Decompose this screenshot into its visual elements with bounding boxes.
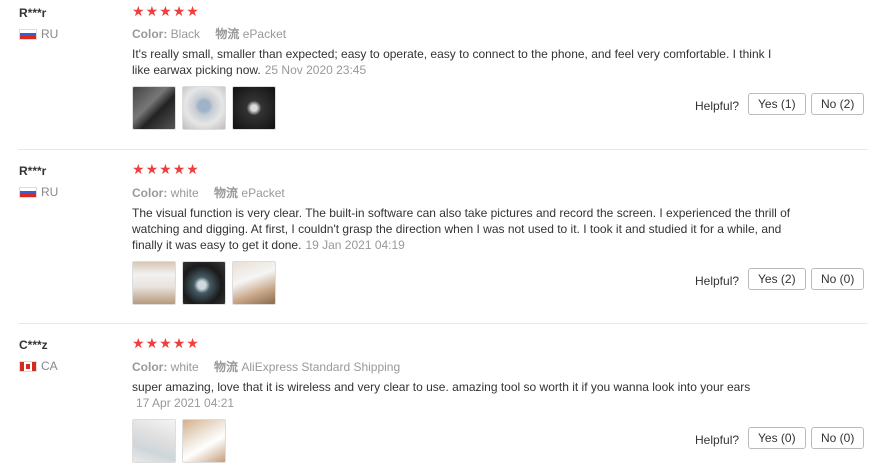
vote-no-button[interactable]: No (0): [811, 427, 865, 449]
star-rating: ★★★★★: [132, 335, 200, 352]
flag-ru-icon: [19, 28, 37, 40]
review-photo[interactable]: [182, 419, 226, 463]
review-date: 19 Jan 2021 04:19: [305, 238, 405, 252]
star-icon: ★: [132, 3, 146, 19]
review-photos: [132, 86, 276, 130]
review-attributes: Color: Black 物流 ePacket: [132, 25, 286, 42]
country-code: RU: [41, 27, 59, 41]
review-date: 17 Apr 2021 04:21: [136, 396, 235, 410]
star-icon: ★: [159, 3, 173, 19]
star-icon: ★: [186, 161, 200, 177]
star-icon: ★: [145, 335, 160, 351]
color-label: Color:: [132, 360, 168, 374]
review-photo[interactable]: [232, 86, 276, 130]
review-body: super amazing, love that it is wireless …: [132, 380, 751, 394]
review-photo[interactable]: [132, 419, 176, 463]
star-icon: ★: [159, 335, 173, 351]
vote-no-button[interactable]: No (2): [811, 93, 865, 115]
review-date: 25 Nov 2020 23:45: [264, 63, 367, 77]
helpful-label: Helpful?: [695, 274, 740, 288]
review-item: R***r RU ★★★★★ Color: Black 物流 ePacket I…: [0, 0, 884, 150]
shipping-label: 物流: [215, 27, 240, 41]
star-icon: ★: [186, 3, 200, 19]
reviewer-name: R***r: [19, 6, 47, 20]
star-icon: ★: [132, 335, 146, 351]
country-code: CA: [41, 359, 58, 373]
country-code: RU: [41, 185, 59, 199]
shipping-value: ePacket: [241, 186, 285, 200]
vote-yes-button[interactable]: Yes (2): [748, 268, 806, 290]
review-photos: [132, 419, 226, 463]
review-attributes: Color: white 物流 ePacket: [132, 184, 285, 201]
shipping-label: 物流: [214, 360, 239, 374]
color-label: Color:: [132, 27, 168, 41]
review-photo[interactable]: [132, 261, 176, 305]
shipping-value: ePacket: [242, 27, 287, 41]
review-photo[interactable]: [182, 261, 226, 305]
review-photos: [132, 261, 276, 305]
review-text: It's really small, smaller than expected…: [132, 46, 792, 78]
shipping-label: 物流: [214, 186, 239, 200]
reviewer-name: C***z: [19, 338, 48, 352]
review-body: The visual function is very clear. The b…: [132, 206, 791, 252]
review-text: The visual function is very clear. The b…: [132, 205, 792, 253]
vote-yes-button[interactable]: Yes (1): [748, 93, 806, 115]
star-icon: ★: [132, 161, 146, 177]
review-attributes: Color: white 物流 AliExpress Standard Ship…: [132, 358, 400, 375]
vote-yes-button[interactable]: Yes (0): [748, 427, 806, 449]
flag-ru-icon: [19, 186, 37, 198]
star-icon: ★: [145, 3, 160, 19]
color-value: white: [170, 360, 199, 374]
star-rating: ★★★★★: [132, 161, 200, 178]
star-icon: ★: [159, 161, 173, 177]
color-label: Color:: [132, 186, 168, 200]
review-text: super amazing, love that it is wireless …: [132, 379, 792, 411]
color-value: white: [170, 186, 199, 200]
star-icon: ★: [145, 161, 160, 177]
color-value: Black: [170, 27, 201, 41]
star-icon: ★: [172, 335, 187, 351]
vote-no-button[interactable]: No (0): [811, 268, 865, 290]
star-icon: ★: [172, 3, 187, 19]
review-body: It's really small, smaller than expected…: [132, 47, 772, 77]
star-rating: ★★★★★: [132, 3, 200, 20]
shipping-value: AliExpress Standard Shipping: [241, 360, 401, 374]
flag-ca-icon: [19, 360, 37, 372]
review-photo[interactable]: [232, 261, 276, 305]
helpful-label: Helpful?: [695, 99, 740, 113]
reviewer-name: R***r: [19, 164, 47, 178]
reviewer-country: RU: [19, 185, 58, 199]
review-photo[interactable]: [132, 86, 176, 130]
helpful-label: Helpful?: [695, 433, 740, 447]
reviewer-country: RU: [19, 27, 58, 41]
star-icon: ★: [186, 335, 200, 351]
reviewer-country: CA: [19, 359, 58, 373]
review-photo[interactable]: [182, 86, 226, 130]
star-icon: ★: [172, 161, 187, 177]
review-item: C***z CA ★★★★★ Color: white 物流 AliExpres…: [0, 324, 884, 475]
review-item: R***r RU ★★★★★ Color: white 物流 ePacket T…: [0, 150, 884, 324]
